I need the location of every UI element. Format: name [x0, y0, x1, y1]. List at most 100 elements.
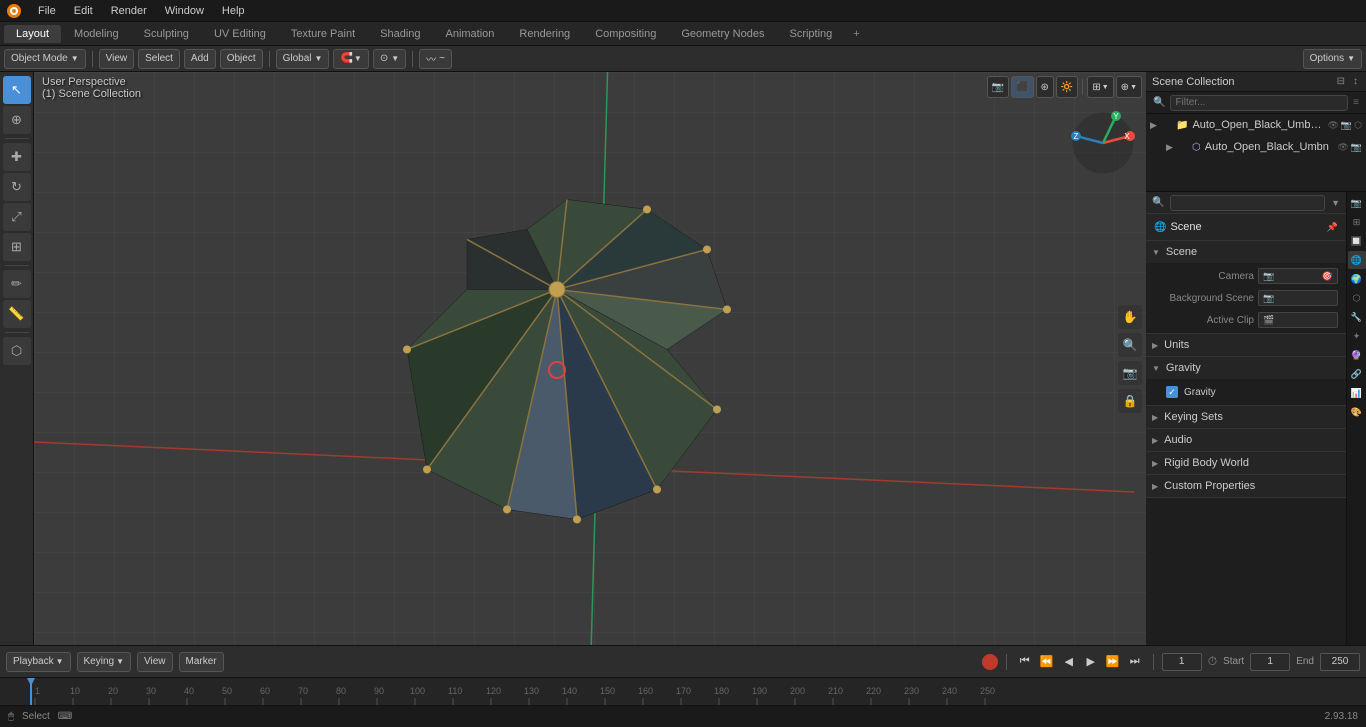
- gravity-checkbox[interactable]: ✓: [1166, 386, 1178, 398]
- material-shading-btn[interactable]: ⊛: [1036, 76, 1054, 98]
- outliner-sort-icon[interactable]: ↕: [1351, 75, 1360, 88]
- start-frame-input[interactable]: [1250, 653, 1290, 671]
- transform-graph[interactable]: 〰 ~: [419, 49, 452, 69]
- prop-tab-data[interactable]: 📊: [1348, 384, 1366, 402]
- tool-rotate[interactable]: ↻: [3, 173, 31, 201]
- outliner-camera-icon-0[interactable]: 📷: [1341, 120, 1352, 131]
- prop-tab-constraints[interactable]: 🔗: [1348, 365, 1366, 383]
- menu-render[interactable]: Render: [103, 3, 155, 19]
- tab-modeling[interactable]: Modeling: [62, 25, 131, 43]
- outliner-search-input[interactable]: [1170, 95, 1348, 111]
- rendered-shading-btn[interactable]: 🔆: [1056, 76, 1078, 98]
- menu-window[interactable]: Window: [157, 3, 212, 19]
- outliner-filter-icon[interactable]: ⊟: [1335, 75, 1347, 88]
- object-mode-dropdown[interactable]: Object Mode ▼: [4, 49, 86, 69]
- end-frame-input[interactable]: [1320, 653, 1360, 671]
- tool-select[interactable]: ↖: [3, 76, 31, 104]
- tab-rendering[interactable]: Rendering: [507, 25, 582, 43]
- timeline-view-btn[interactable]: View: [137, 652, 173, 672]
- blender-logo[interactable]: [4, 1, 24, 21]
- prop-tab-scene[interactable]: 🌐: [1348, 251, 1366, 269]
- tab-animation[interactable]: Animation: [434, 25, 507, 43]
- prop-tab-output[interactable]: ⊞: [1348, 213, 1366, 231]
- outliner-eye-icon-1[interactable]: 👁: [1337, 142, 1348, 153]
- outliner-item-1[interactable]: ▶ ⬡ Auto_Open_Black_Umbn 👁 📷: [1146, 136, 1366, 158]
- jump-end-btn[interactable]: ⏭: [1125, 652, 1145, 672]
- prop-tab-view-layer[interactable]: 🔲: [1348, 232, 1366, 250]
- tab-shading[interactable]: Shading: [368, 25, 432, 43]
- tool-cursor[interactable]: ⊕: [3, 106, 31, 134]
- properties-pin-icon[interactable]: 📌: [1327, 222, 1338, 233]
- current-frame-input[interactable]: [1162, 653, 1202, 671]
- audio-header[interactable]: ▶ Audio: [1146, 429, 1346, 451]
- camera-viewport-btn[interactable]: 📷: [987, 76, 1009, 98]
- outliner-expand-1[interactable]: ▶: [1166, 142, 1176, 153]
- rigid-body-header[interactable]: ▶ Rigid Body World: [1146, 452, 1346, 474]
- overlay-toggle[interactable]: ⊞▼: [1087, 76, 1113, 98]
- time-control-icon[interactable]: ⏱: [1208, 654, 1217, 669]
- add-menu[interactable]: Add: [184, 49, 216, 69]
- tool-annotate[interactable]: ✏: [3, 270, 31, 298]
- outliner-render-icon-0[interactable]: ⬡: [1354, 120, 1362, 131]
- view-menu[interactable]: View: [99, 49, 135, 69]
- timeline-marker-btn[interactable]: Marker: [179, 652, 224, 672]
- units-section-header[interactable]: ▶ Units: [1146, 334, 1346, 356]
- keying-sets-header[interactable]: ▶ Keying Sets: [1146, 406, 1346, 428]
- vp-camera-tool[interactable]: 📷: [1118, 361, 1142, 385]
- tool-move[interactable]: ✚: [3, 143, 31, 171]
- play-reverse-btn[interactable]: ◀: [1059, 652, 1079, 672]
- play-btn[interactable]: ▶: [1081, 652, 1101, 672]
- add-workspace-button[interactable]: +: [845, 25, 867, 43]
- camera-picker-icon[interactable]: 🎯: [1322, 271, 1333, 282]
- camera-value[interactable]: 📷 🎯: [1258, 268, 1338, 284]
- jump-start-btn[interactable]: ⏮: [1015, 652, 1035, 672]
- scene-section-header[interactable]: ▼ Scene: [1146, 241, 1346, 263]
- outliner-eye-icon-0[interactable]: 👁: [1327, 120, 1338, 131]
- timeline-track[interactable]: 1 10 20 30 40 50 60 70 80 90 100 110 120: [0, 677, 1366, 705]
- tab-layout[interactable]: Layout: [4, 25, 61, 43]
- prop-tab-modifier[interactable]: 🔧: [1348, 308, 1366, 326]
- properties-filter-dropdown[interactable]: ▼: [1331, 198, 1340, 208]
- prop-tab-material[interactable]: 🎨: [1348, 403, 1366, 421]
- tab-texture-paint[interactable]: Texture Paint: [279, 25, 367, 43]
- tab-uv-editing[interactable]: UV Editing: [202, 25, 278, 43]
- record-button[interactable]: [982, 654, 998, 670]
- gravity-section-header[interactable]: ▼ Gravity: [1146, 357, 1346, 379]
- select-menu[interactable]: Select: [138, 49, 180, 69]
- proportional-edit[interactable]: ⊙ ▼: [373, 49, 406, 69]
- tool-transform[interactable]: ⊞: [3, 233, 31, 261]
- active-clip-value[interactable]: 🎬: [1258, 312, 1338, 328]
- tab-sculpting[interactable]: Sculpting: [132, 25, 201, 43]
- tool-scale[interactable]: ⤢: [3, 203, 31, 231]
- menu-edit[interactable]: Edit: [66, 3, 101, 19]
- gizmo-toggle[interactable]: ⊕▼: [1116, 76, 1142, 98]
- vp-pan-tool[interactable]: ✋: [1118, 305, 1142, 329]
- vp-lock-tool[interactable]: 🔒: [1118, 389, 1142, 413]
- menu-file[interactable]: File: [30, 3, 64, 19]
- snap-toggle[interactable]: 🧲 ▼: [333, 49, 368, 69]
- prev-keyframe-btn[interactable]: ⏪: [1037, 652, 1057, 672]
- solid-shading-btn[interactable]: ⬛: [1011, 76, 1033, 98]
- outliner-camera-icon-1[interactable]: 📷: [1351, 142, 1362, 153]
- tab-scripting[interactable]: Scripting: [777, 25, 844, 43]
- prop-tab-world[interactable]: 🌍: [1348, 270, 1366, 288]
- options-button[interactable]: Options ▼: [1303, 49, 1362, 69]
- outliner-item-0[interactable]: ▶ 📁 Auto_Open_Black_Umbrella_f 👁 📷 ⬡: [1146, 114, 1366, 136]
- next-keyframe-btn[interactable]: ⏩: [1103, 652, 1123, 672]
- playback-dropdown[interactable]: Playback ▼: [6, 652, 71, 672]
- outliner-expand-0[interactable]: ▶: [1150, 120, 1160, 131]
- menu-help[interactable]: Help: [214, 3, 253, 19]
- vp-zoom-tool[interactable]: 🔍: [1118, 333, 1142, 357]
- prop-tab-render[interactable]: 📷: [1348, 194, 1366, 212]
- filter-icon-1[interactable]: 🔍: [1150, 96, 1168, 109]
- filter-type-icon[interactable]: ≡: [1350, 96, 1362, 109]
- object-menu[interactable]: Object: [220, 49, 263, 69]
- prop-tab-physics[interactable]: 🔮: [1348, 346, 1366, 364]
- global-dropdown[interactable]: Global ▼: [276, 49, 330, 69]
- prop-tab-particles[interactable]: ✦: [1348, 327, 1366, 345]
- tool-add[interactable]: ⬡: [3, 337, 31, 365]
- gizmo-widget[interactable]: X Y Z: [1068, 108, 1138, 178]
- custom-props-header[interactable]: ▶ Custom Properties: [1146, 475, 1346, 497]
- tab-geometry-nodes[interactable]: Geometry Nodes: [669, 25, 776, 43]
- background-scene-value[interactable]: 📷: [1258, 290, 1338, 306]
